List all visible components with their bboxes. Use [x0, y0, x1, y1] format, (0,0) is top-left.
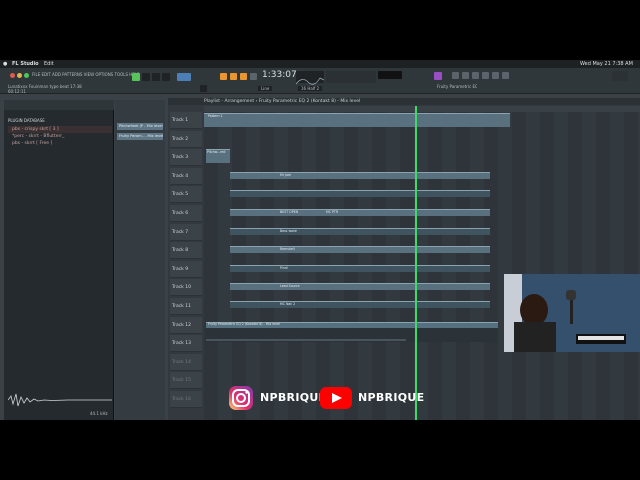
automation-clip-label: Fruity Parametric EQ 2 (Kontakt 8) - Mix…: [208, 322, 280, 326]
plugin-picker-icon[interactable]: [434, 72, 442, 80]
clip-label: MC Nail 2: [280, 302, 296, 306]
cpu-waveform: [295, 71, 325, 85]
minimize-window-icon[interactable]: [17, 73, 22, 78]
menubar-edit[interactable]: Edit: [44, 60, 54, 68]
menubar-app-name[interactable]: FL Studio: [12, 60, 39, 68]
clip-label: Lead Source: [280, 284, 300, 288]
track-header[interactable]: Track 7: [170, 223, 202, 241]
track-header[interactable]: Track 1: [170, 112, 202, 129]
track-header[interactable]: Track 5: [170, 186, 202, 204]
clip-label: MC PTR: [326, 210, 339, 214]
clip-label: Bass wave: [280, 229, 297, 233]
track-header[interactable]: Track 13: [170, 335, 202, 353]
browser-item-label: *perc - skrrt - Bflutterr_: [12, 134, 65, 139]
pattern-song-toggle[interactable]: [132, 73, 140, 81]
bpm-readout: 60:12:11: [8, 89, 26, 94]
memory-readout: [378, 71, 402, 79]
pattern-clip-row[interactable]: [230, 246, 490, 253]
fl-toolbar: FILE EDIT ADD PATTERNS VIEW OPTIONS TOOL…: [0, 68, 640, 94]
track-header[interactable]: Track 16: [170, 391, 202, 408]
clip-label: Pindl: [280, 266, 288, 270]
track-header[interactable]: Track 14: [170, 353, 202, 371]
countdown-icon[interactable]: [240, 73, 247, 80]
pattern-clip-row[interactable]: [230, 172, 490, 179]
maximize-window-icon[interactable]: [24, 73, 29, 78]
metronome-icon[interactable]: [220, 73, 227, 80]
wait-for-input-icon[interactable]: [230, 73, 237, 80]
piano-roll-icon[interactable]: [462, 72, 469, 79]
clip-label: Ramshell: [280, 247, 295, 251]
arrangement-grid[interactable]: Pattern 1 Pitchw...red Mr Jam BEST OPEN …: [204, 106, 640, 420]
track-header[interactable]: Track 12: [170, 316, 202, 334]
track-header[interactable]: Track 2: [170, 130, 202, 148]
webcam-overlay: [504, 274, 640, 352]
picker-panel: Pitchwheel (P - Mix level Fruity Param..…: [115, 100, 165, 420]
track-header[interactable]: Track 8: [170, 242, 202, 260]
browser-toolbar: [4, 100, 114, 110]
pattern-clip-row[interactable]: [230, 228, 490, 235]
stop-button[interactable]: [152, 73, 160, 81]
track-header[interactable]: Track 3: [170, 149, 202, 167]
pattern-clip-row[interactable]: [230, 283, 490, 290]
playlist-title[interactable]: Playlist - Arrangement › Fruity Parametr…: [168, 98, 640, 105]
apple-icon[interactable]: ●: [3, 60, 7, 68]
pattern-clip-row[interactable]: [230, 209, 490, 216]
plugin-database-icon[interactable]: [502, 72, 509, 79]
automation-lane[interactable]: [206, 328, 498, 342]
playlist-icon[interactable]: [452, 72, 459, 79]
record-button[interactable]: [162, 73, 170, 81]
clip-label: Pattern 1: [208, 114, 223, 118]
sample-rate: 44.1 kHz: [90, 411, 108, 416]
picker-item[interactable]: Pitchwheel (P - Mix level: [117, 123, 163, 130]
track-headers: Track 1 Track 2 Track 3 Track 4 Track 5 Track…: [168, 112, 204, 420]
snap-icon[interactable]: [200, 85, 207, 92]
tempo-display[interactable]: [177, 73, 191, 81]
mixer-icon[interactable]: [482, 72, 489, 79]
youtube-icon: [320, 387, 352, 409]
macos-menubar: ● FL Studio Edit Wed May 21 7:38 AM: [0, 60, 640, 68]
browser-panel: PLUGIN DATABASE pbs - crispy skrt [ 3 ] …: [4, 100, 114, 420]
youtube-handle: NPBRIQUE: [358, 391, 425, 404]
pattern-clip-row[interactable]: [230, 190, 490, 197]
menubar-clock: Wed May 21 7:38 AM: [580, 61, 633, 67]
browser-item[interactable]: *perc - skrrt - Bflutterr_: [8, 133, 112, 140]
track-header[interactable]: Track 9: [170, 260, 202, 278]
loop-record-icon[interactable]: [250, 73, 257, 80]
time-display: 1:33:07: [262, 70, 297, 80]
picker-item[interactable]: Fruity Param.. - Mix level: [117, 133, 163, 140]
clip-label: Mr Jam: [280, 173, 292, 177]
main-menu[interactable]: FILE EDIT ADD PATTERNS VIEW OPTIONS TOOL…: [32, 72, 139, 77]
playhead[interactable]: [415, 106, 417, 420]
hint-bar: Fruity Parametric EQ 2 (Kontakt 8) - Mix…: [437, 84, 477, 89]
pattern-clip[interactable]: [204, 113, 510, 127]
browser-item[interactable]: pbs - skrrt [ Free ]: [8, 140, 112, 147]
clip-label: Pitchw...red: [207, 150, 226, 154]
close-window-icon[interactable]: [10, 73, 15, 78]
fl-studio-window: ● FL Studio Edit Wed May 21 7:38 AM FILE…: [0, 60, 640, 420]
pattern-clip-row[interactable]: [230, 301, 490, 308]
track-header[interactable]: Track 6: [170, 205, 202, 222]
master-volume-panel[interactable]: [326, 71, 376, 83]
browser-item-label: pbs - crispy skrt [ 3 ]: [12, 127, 59, 132]
instagram-handle: NPBRIQUE: [260, 391, 327, 404]
channel-rack-icon[interactable]: [472, 72, 479, 79]
pattern-clip-row[interactable]: [230, 265, 490, 272]
track-header[interactable]: Track 10: [170, 279, 202, 297]
track-header[interactable]: Track 11: [170, 298, 202, 315]
browser-item[interactable]: pbs - crispy skrt [ 3 ]: [8, 126, 112, 133]
track-header[interactable]: Track 4: [170, 167, 202, 185]
pattern-mode-select[interactable]: Line: [258, 86, 273, 91]
browser-header: PLUGIN DATABASE: [8, 118, 45, 123]
clip-label: BEST OPEN: [280, 210, 299, 214]
fl-logo-icon: [612, 71, 628, 81]
instagram-icon: [229, 386, 253, 410]
browser-icon[interactable]: [492, 72, 499, 79]
snap-select[interactable]: 16 Half 2: [298, 86, 323, 91]
playlist-window: Playlist - Arrangement › Fruity Parametr…: [168, 98, 640, 420]
video-frame: ● FL Studio Edit Wed May 21 7:38 AM FILE…: [0, 0, 640, 480]
browser-item-label: pbs - skrrt [ Free ]: [12, 141, 53, 146]
sample-waveform: [7, 392, 112, 408]
track-header[interactable]: Track 15: [170, 372, 202, 390]
play-button[interactable]: [142, 73, 150, 81]
